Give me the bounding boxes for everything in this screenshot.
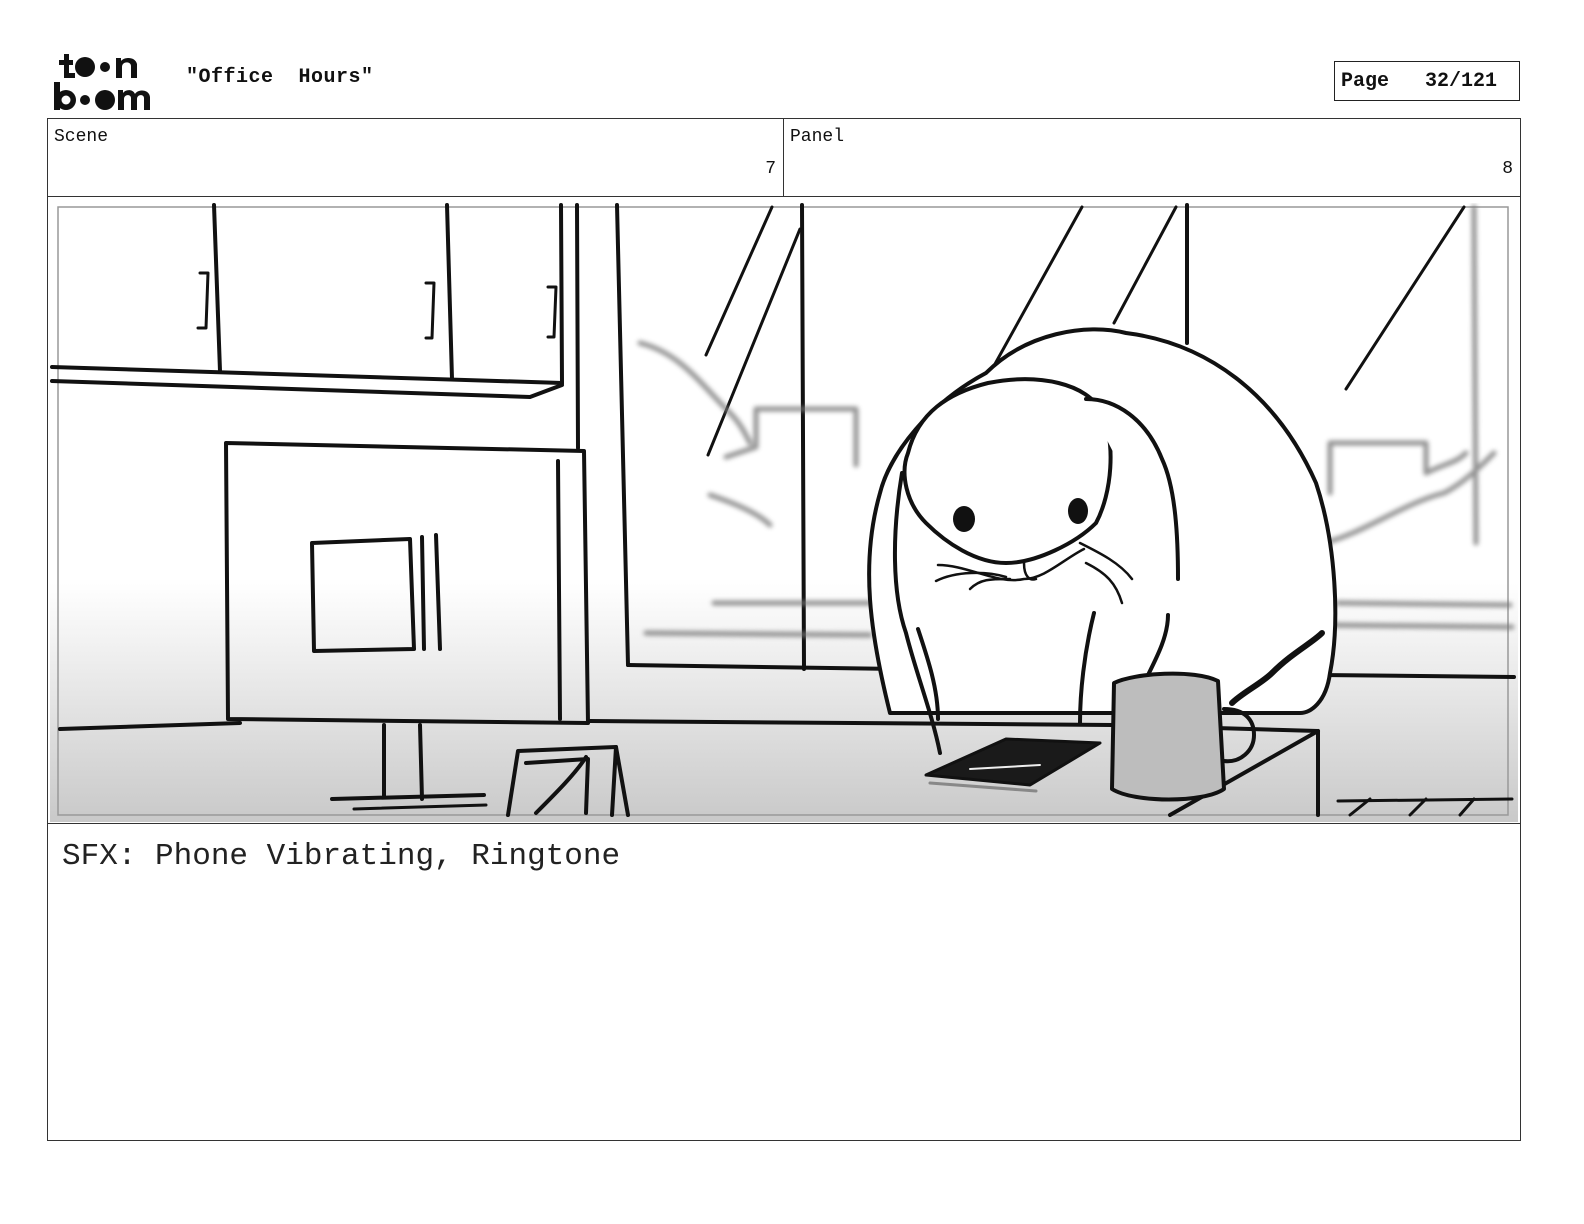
page-indicator: Page 32/121 [1334,61,1520,101]
panel-label: Panel [790,127,845,147]
page-label: Page [1341,69,1390,93]
action-notes: SFX: Phone Vibrating, Ringtone [62,839,621,874]
rabbit-eye-left [953,506,975,532]
storyboard-title: "Office Hours" [186,66,374,89]
scene-number: 7 [765,159,776,179]
toon-boom-logo [54,54,150,110]
notes-divider [48,823,1520,824]
scene-label: Scene [54,127,109,147]
panel-artwork [50,203,1518,822]
storyboard-frame: Scene 7 Panel 8 SFX: Phone Vibrating, Ri… [47,118,1521,1141]
scene-cell: Scene 7 [48,119,784,196]
panel-cell: Panel 8 [784,119,1520,196]
page-number: 32/121 [1425,69,1498,93]
panel-number: 8 [1502,159,1513,179]
header-divider [48,196,1520,197]
rabbit-eye-right [1068,498,1088,524]
